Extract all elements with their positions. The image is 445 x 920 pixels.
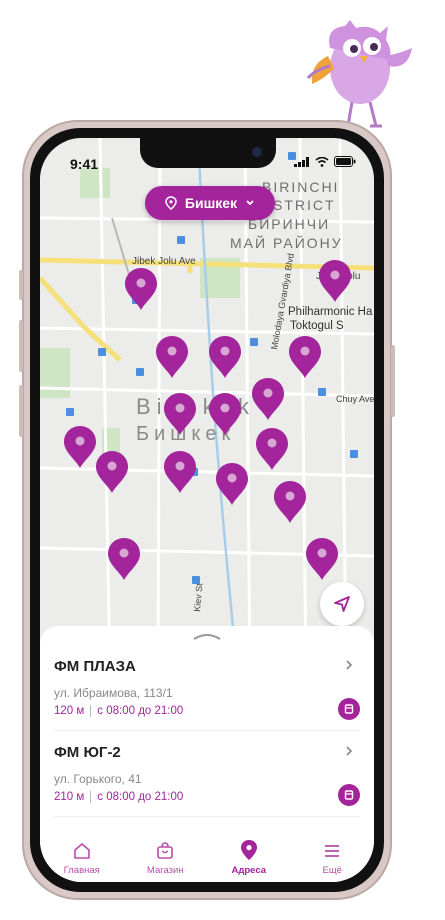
store-distance: 120 м	[54, 705, 85, 717]
store-distance: 210 м	[54, 791, 85, 803]
store-card[interactable]: ФМ ЮГ-2 ул. Горького, 41 210 м с 08:00 д…	[54, 744, 360, 806]
sheet-drag-handle[interactable]	[192, 632, 222, 640]
volume-down-button	[19, 385, 23, 437]
nav-label: Адреса	[231, 865, 267, 876]
store-card[interactable]: ФМ ПЛАЗА ул. Ибраимова, 113/1 120 м с 08…	[54, 658, 360, 720]
nav-label: Ещё	[322, 865, 342, 876]
store-address: ул. Горького, 41	[54, 772, 142, 786]
store-meta: 120 м с 08:00 до 21:00	[54, 705, 183, 717]
status-bar: 9:41	[40, 138, 374, 182]
home-icon	[73, 843, 90, 859]
owl-mascot-illustration	[306, 20, 412, 128]
location-pin-icon	[165, 196, 177, 210]
nav-item-addresses[interactable]: Адреса	[207, 826, 291, 882]
store-hours: с 08:00 до 21:00	[97, 791, 184, 803]
store-hours: с 08:00 до 21:00	[97, 705, 184, 717]
battery-icon	[334, 156, 356, 167]
meta-separator	[90, 705, 92, 717]
navigation-arrow-icon	[334, 596, 350, 612]
chevron-down-icon	[246, 200, 254, 206]
bottom-navigation: Главная Магазин Адреса Ещё	[40, 826, 374, 882]
nav-label: Главная	[63, 865, 100, 876]
phone-bezel: BIRINCHI DISTRICT БИРИНЧИ МАЙ РАЙОНУ Jib…	[30, 128, 384, 892]
district-label-4: МАЙ РАЙОНУ	[230, 234, 343, 251]
meta-separator	[90, 791, 92, 803]
cellular-signal-icon	[294, 156, 309, 167]
street-label-jibek-jolu: Jibek Jolu Ave	[132, 256, 196, 267]
store-divider	[54, 816, 360, 817]
notch	[140, 138, 276, 168]
status-icons	[294, 156, 356, 167]
cup-icon	[344, 790, 354, 800]
city-selector-label: Бишкек	[184, 195, 238, 211]
store-meta: 210 м с 08:00 до 21:00	[54, 791, 183, 803]
nav-item-home[interactable]: Главная	[40, 826, 124, 882]
store-type-badge	[338, 784, 360, 806]
store-address: ул. Ибраимова, 113/1	[54, 686, 173, 700]
store-divider	[54, 730, 360, 731]
poi-label-philharmonic: Philharmonic Ha	[288, 306, 373, 318]
power-button	[391, 345, 395, 417]
street-label-chuy: Chuy Ave	[336, 394, 374, 404]
nav-item-more[interactable]: Ещё	[291, 826, 375, 882]
mute-switch	[19, 270, 23, 300]
store-name: ФМ ПЛАЗА	[54, 658, 136, 675]
location-pin-icon	[240, 840, 257, 860]
nav-label: Магазин	[146, 865, 184, 876]
store-type-badge	[338, 698, 360, 720]
chevron-right-icon	[346, 746, 353, 756]
city-selector-button[interactable]: Бишкек	[145, 186, 275, 220]
app-screen: BIRINCHI DISTRICT БИРИНЧИ МАЙ РАЙОНУ Jib…	[40, 138, 374, 882]
my-location-button[interactable]	[320, 582, 364, 626]
cup-icon	[344, 704, 354, 714]
poi-label-toktogul: Toktogul S	[290, 320, 344, 332]
phone-frame: BIRINCHI DISTRICT БИРИНЧИ МАЙ РАЙОНУ Jib…	[19, 120, 395, 900]
chevron-right-icon	[346, 660, 353, 670]
front-camera	[252, 147, 262, 157]
status-time: 9:41	[70, 156, 99, 172]
store-name: ФМ ЮГ-2	[54, 744, 121, 761]
shopping-bag-icon	[157, 842, 174, 859]
nav-item-shop[interactable]: Магазин	[124, 826, 208, 882]
menu-icon	[325, 845, 340, 857]
volume-up-button	[19, 320, 23, 372]
wifi-icon	[315, 156, 329, 167]
